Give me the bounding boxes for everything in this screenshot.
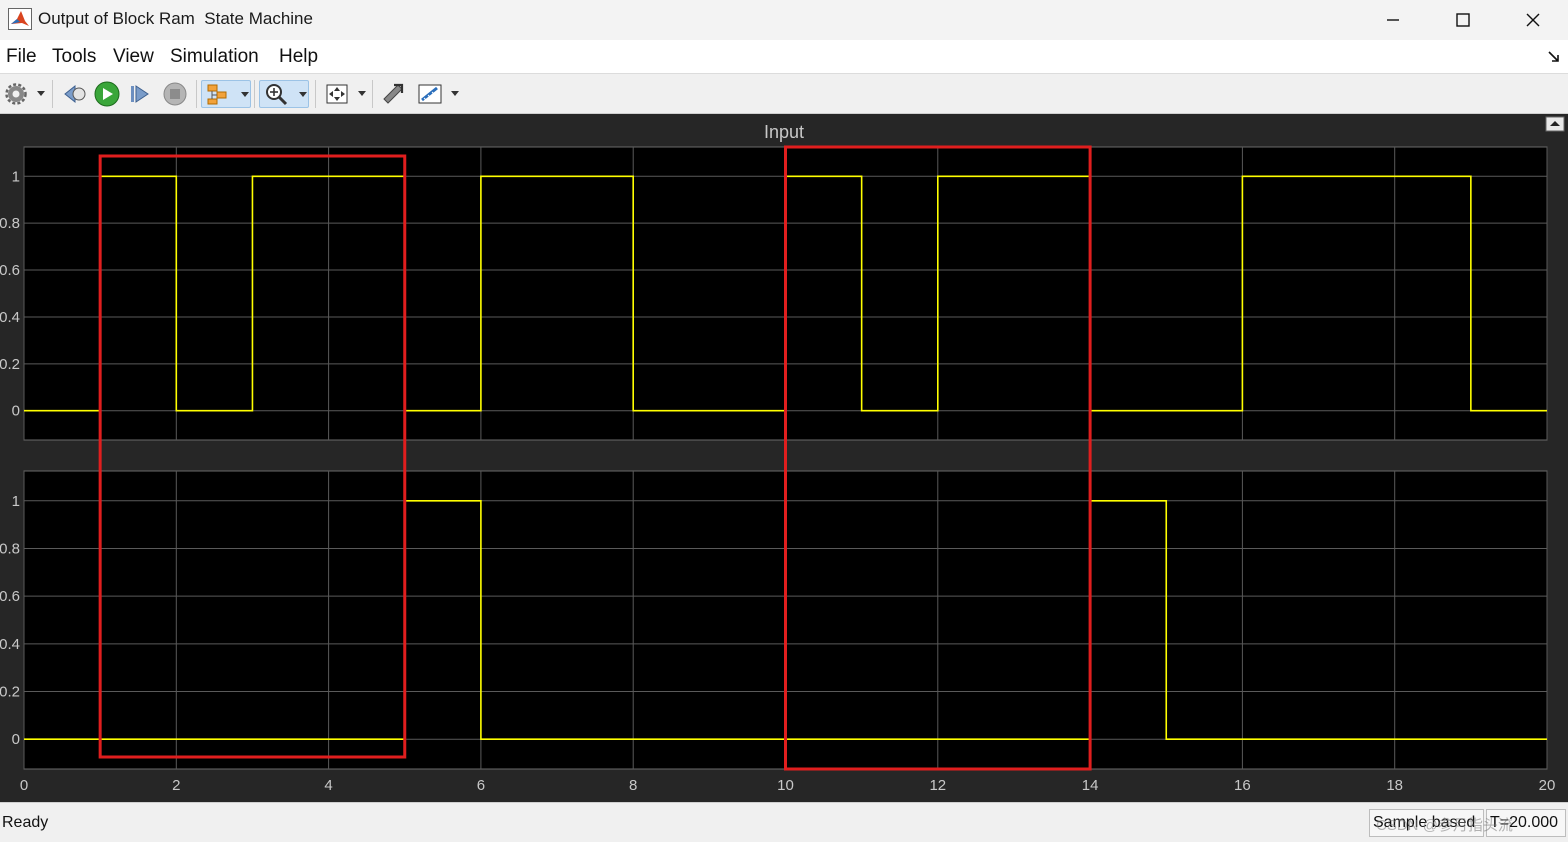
settings-icon[interactable] bbox=[4, 80, 28, 108]
y-tick-label: 0.6 bbox=[0, 262, 20, 279]
x-tick-label: 12 bbox=[929, 777, 946, 794]
y-tick-label: 0.8 bbox=[0, 215, 20, 232]
y-tick-label: 0 bbox=[12, 731, 20, 748]
top-axes[interactable]: 0 0.2 0.4 0.6 0.8 1 bbox=[0, 146, 1548, 441]
close-icon bbox=[1526, 13, 1540, 27]
step-back-icon[interactable] bbox=[61, 80, 87, 108]
menu-tools[interactable]: Tools bbox=[52, 46, 96, 68]
menu-bar: File Tools View Simulation Help bbox=[0, 40, 1568, 74]
stop-icon[interactable] bbox=[162, 80, 188, 108]
toolbar bbox=[0, 74, 1568, 114]
step-forward-icon[interactable] bbox=[128, 80, 154, 108]
settings-dropdown-icon[interactable] bbox=[37, 91, 45, 96]
scope-plot-area[interactable]: Input 00.20.40.60.81 00.20.40.60.810 2 4 6 8… bbox=[0, 114, 1568, 802]
x-tick-label: 8 bbox=[629, 777, 637, 794]
x-tick-label: 18 bbox=[1386, 777, 1403, 794]
title-bar: Output of Block Ram State Machine bbox=[0, 0, 1568, 40]
watermark-text: CSDN @参月指头流 bbox=[1376, 817, 1513, 834]
status-ready: Ready bbox=[2, 814, 49, 831]
x-tick-label: 10 bbox=[777, 777, 794, 794]
minimize-button[interactable] bbox=[1358, 0, 1428, 40]
menu-view[interactable]: View bbox=[113, 46, 154, 68]
maximize-icon bbox=[1456, 13, 1470, 27]
close-button[interactable] bbox=[1498, 0, 1568, 40]
undock-icon[interactable] bbox=[1545, 116, 1565, 132]
x-tick-label: 0 bbox=[20, 777, 28, 794]
x-tick-label: 6 bbox=[477, 777, 485, 794]
x-tick-label: 20 bbox=[1539, 777, 1556, 794]
scope-title: Input bbox=[764, 122, 804, 142]
y-tick-label: 0.4 bbox=[0, 309, 20, 326]
y-tick-label: 0.6 bbox=[0, 588, 20, 605]
y-tick-label: 0.2 bbox=[0, 356, 20, 373]
highlight-block-icon[interactable] bbox=[201, 80, 251, 108]
x-tick-label: 2 bbox=[172, 777, 180, 794]
scale-axes-dropdown-icon[interactable] bbox=[358, 91, 366, 96]
measurements-dropdown-icon[interactable] bbox=[451, 91, 459, 96]
scope-display: Input 0 0.2 0.4 0.6 0.8 1 0 0.2 0.4 0.6 0.8 1 0 2 4 6 8… bbox=[0, 114, 1568, 802]
measurements-icon[interactable] bbox=[416, 80, 444, 108]
y-tick-label: 0.8 bbox=[0, 540, 20, 557]
zoom-icon[interactable] bbox=[259, 80, 309, 108]
run-icon[interactable] bbox=[93, 80, 121, 108]
bottom-axes[interactable]: 00.20.40.60.810 2 4 6 8 10 12 14 16 18 20 bbox=[0, 470, 1556, 794]
x-tick-label: 16 bbox=[1234, 777, 1251, 794]
dock-arrow-icon[interactable] bbox=[1548, 50, 1560, 62]
matlab-icon bbox=[8, 8, 32, 30]
y-tick-label: 0 bbox=[12, 403, 20, 420]
minimize-icon bbox=[1387, 19, 1399, 21]
menu-simulation[interactable]: Simulation bbox=[170, 46, 259, 68]
y-tick-label: 1 bbox=[12, 168, 20, 185]
y-tick-label: 0.4 bbox=[0, 636, 20, 653]
y-tick-label: 1 bbox=[12, 493, 20, 510]
x-tick-label: 14 bbox=[1082, 777, 1099, 794]
restore-icon[interactable] bbox=[380, 80, 406, 108]
scale-axes-icon[interactable] bbox=[323, 80, 351, 108]
maximize-button[interactable] bbox=[1428, 0, 1498, 40]
menu-file[interactable]: File bbox=[6, 46, 37, 68]
x-tick-label: 4 bbox=[324, 777, 332, 794]
status-bar: Ready Sample based T=20.000 CSDN @参月指头流 bbox=[0, 802, 1568, 842]
y-tick-label: 0.2 bbox=[0, 684, 20, 701]
menu-help[interactable]: Help bbox=[279, 46, 318, 68]
window-title: Output of Block Ram State Machine bbox=[38, 9, 313, 28]
